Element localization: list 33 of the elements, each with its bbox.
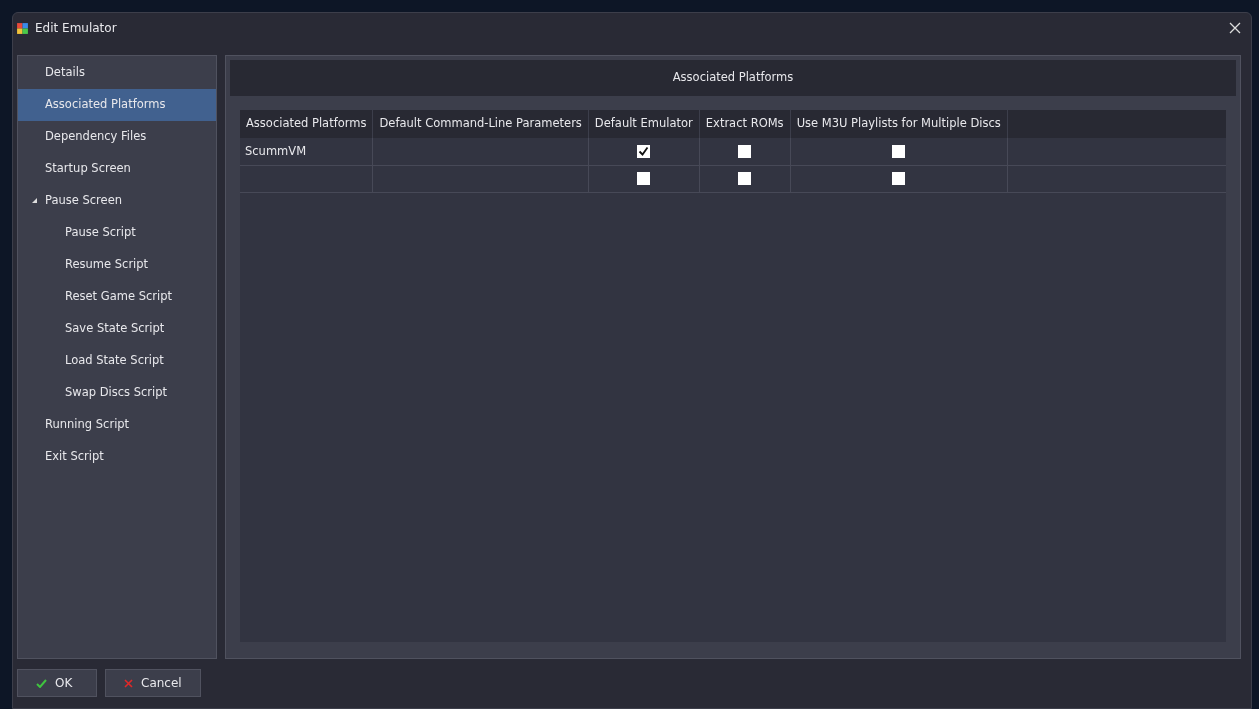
column-header[interactable]: Default Command-Line Parameters — [373, 110, 589, 138]
ok-button[interactable]: OK — [17, 669, 97, 697]
sidebar-item[interactable]: Reset Game Script — [18, 281, 216, 313]
sidebar-item[interactable]: Pause Screen — [18, 185, 216, 217]
sidebar-item[interactable]: Exit Script — [18, 441, 216, 473]
sidebar-item[interactable]: Swap Discs Script — [18, 377, 216, 409]
checkbox[interactable] — [637, 172, 651, 185]
cancel-button[interactable]: Cancel — [105, 669, 201, 697]
sidebar-item[interactable]: Load State Script — [18, 345, 216, 377]
column-header[interactable]: Extract ROMs — [699, 110, 791, 138]
checkbox[interactable] — [738, 172, 752, 185]
sidebar-item[interactable]: Startup Screen — [18, 153, 216, 185]
app-logo-icon — [16, 21, 29, 35]
table-cell: ScummVM — [240, 138, 373, 165]
sidebar-item[interactable]: Save State Script — [18, 313, 216, 345]
window-title: Edit Emulator — [35, 20, 117, 37]
cross-icon — [124, 678, 133, 688]
sidebar-item[interactable]: Dependency Files — [18, 121, 216, 153]
checkbox[interactable] — [738, 144, 752, 158]
sidebar-item[interactable]: Details — [18, 57, 216, 89]
checkbox[interactable] — [637, 144, 651, 158]
sidebar-item[interactable]: Pause Script — [18, 217, 216, 249]
close-icon[interactable] — [1229, 22, 1241, 34]
column-header[interactable]: Default Emulator — [588, 110, 700, 138]
sidebar-item[interactable]: Running Script — [18, 409, 216, 441]
checkmark-icon — [36, 678, 47, 688]
checkbox[interactable] — [892, 144, 906, 158]
column-header[interactable]: Use M3U Playlists for Multiple Discs — [790, 110, 1008, 138]
sidebar-item[interactable]: Resume Script — [18, 249, 216, 281]
column-header[interactable]: Associated Platforms — [240, 110, 373, 138]
sidebar-item[interactable]: Associated Platforms — [18, 89, 216, 121]
checkbox[interactable] — [892, 172, 906, 185]
panel-header: Associated Platforms — [230, 60, 1236, 96]
